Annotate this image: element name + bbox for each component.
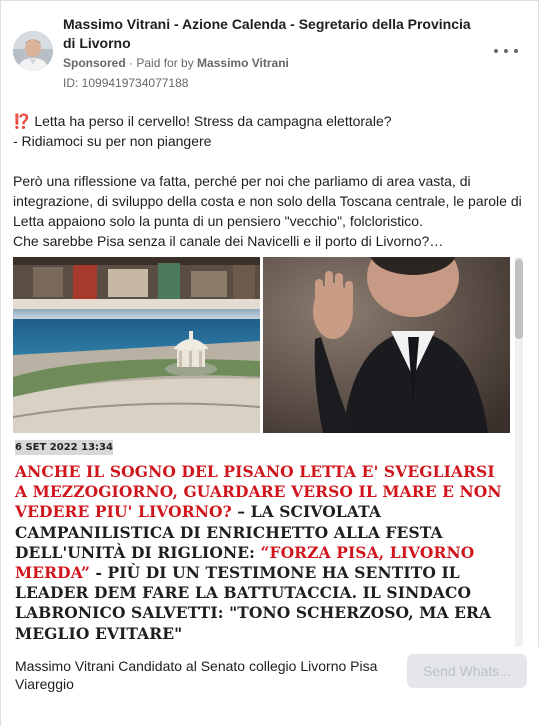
send-whatsapp-button[interactable]: Send Whats... bbox=[407, 654, 527, 688]
page-name[interactable]: Massimo Vitrani - Azione Calenda - Segre… bbox=[63, 15, 483, 53]
article-date: 6 SET 2022 13:34 bbox=[15, 440, 113, 455]
ad-media[interactable]: 6 SET 2022 13:34 ANCHE IL SOGNO DEL PISA… bbox=[13, 257, 528, 647]
ad-id: ID: 1099419734077188 bbox=[63, 76, 189, 90]
sponsored-label: Sponsored bbox=[63, 56, 126, 70]
article-headline: ANCHE IL SOGNO DEL PISANO LETTA E' SVEGL… bbox=[15, 462, 510, 644]
body-last-line[interactable]: Che sarebbe Pisa senza il canale dei Nav… bbox=[13, 231, 528, 251]
more-horizontal-icon[interactable] bbox=[494, 43, 518, 59]
ad-card: Massimo Vitrani - Azione Calenda - Segre… bbox=[0, 0, 539, 726]
body-paragraph: Però una riflessione va fatta, perché pe… bbox=[13, 173, 522, 229]
meta-separator: · bbox=[125, 56, 137, 70]
cta-headline[interactable]: Massimo Vitrani Candidato al Senato coll… bbox=[15, 657, 395, 693]
paid-for-name[interactable]: Massimo Vitrani bbox=[197, 56, 289, 70]
avatar[interactable] bbox=[13, 31, 53, 71]
media-scrollbar[interactable] bbox=[515, 257, 523, 647]
body-line: - Ridiamoci su per non piangere bbox=[13, 133, 212, 149]
sponsored-meta: Sponsored · Paid for by Massimo Vitrani bbox=[63, 55, 289, 71]
ad-footer: Massimo Vitrani Candidato al Senato coll… bbox=[1, 647, 539, 726]
seafront-photo bbox=[13, 257, 260, 433]
body-line: ⁉️ Letta ha perso il cervello! Stress da… bbox=[13, 113, 392, 129]
post-body: ⁉️ Letta ha perso il cervello! Stress da… bbox=[13, 111, 528, 251]
politician-photo bbox=[263, 257, 510, 433]
post-header: Massimo Vitrani - Azione Calenda - Segre… bbox=[13, 13, 528, 93]
paid-for-prefix: Paid for by bbox=[136, 56, 198, 70]
scrollbar-thumb[interactable] bbox=[515, 259, 523, 339]
